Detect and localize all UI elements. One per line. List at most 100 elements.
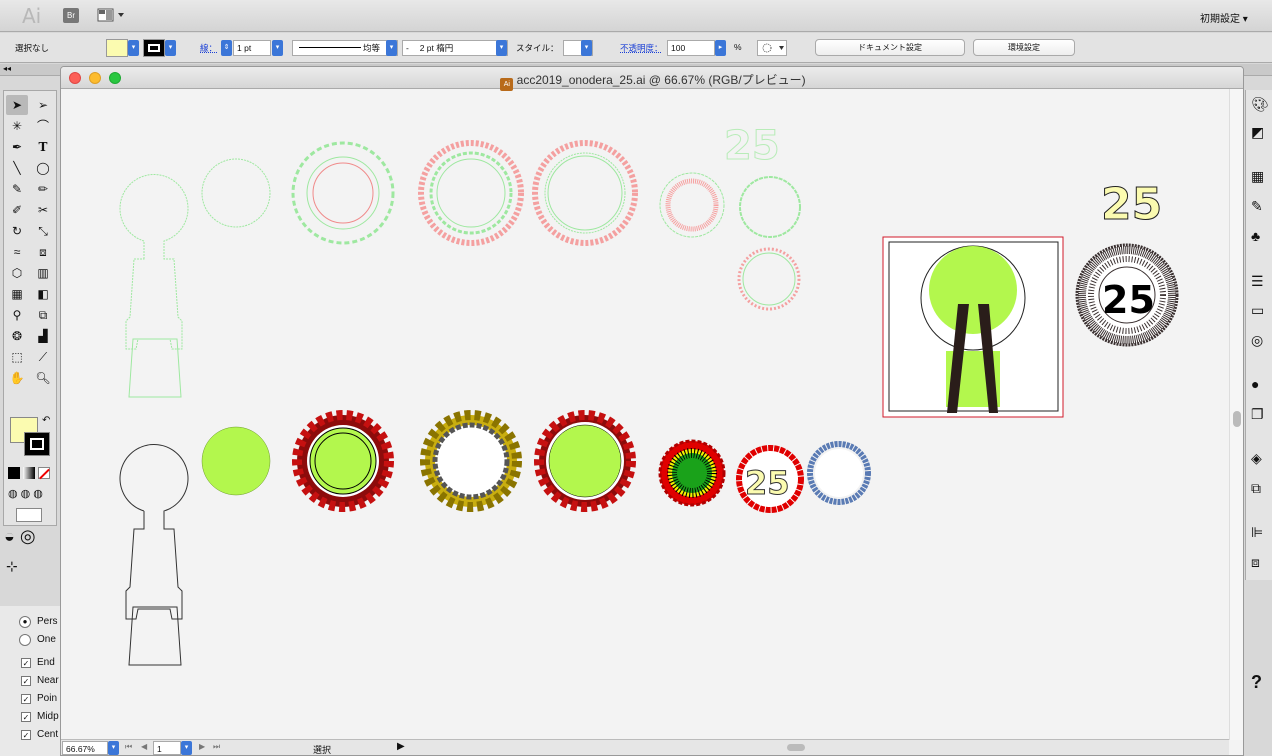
beaded-outline[interactable]: [737, 247, 801, 311]
variable-width-profile[interactable]: 均等 ▾: [292, 40, 398, 56]
hand-tool-icon[interactable]: ✋: [6, 368, 28, 388]
zoom-field[interactable]: 66.67%: [62, 741, 108, 755]
pencil-tool-icon[interactable]: ✏: [32, 179, 54, 199]
vertical-scroll-thumb[interactable]: [1233, 411, 1241, 427]
line-tool-icon[interactable]: ╲: [6, 158, 28, 178]
keyhole-outline-green[interactable]: [119, 174, 189, 350]
column-graph-tool-icon[interactable]: ▟: [32, 326, 54, 346]
stroke-dropdown[interactable]: ▾: [165, 40, 176, 56]
none-mode-icon[interactable]: [38, 467, 50, 480]
flower-outline-2[interactable]: [418, 140, 524, 246]
color-panel-icon[interactable]: 🎨︎: [1251, 96, 1269, 114]
number-outline[interactable]: 25: [724, 123, 781, 170]
arrange-documents-button[interactable]: [97, 8, 129, 23]
yellow-flower[interactable]: [420, 410, 522, 512]
stroke-weight-stepper[interactable]: ⇕: [221, 40, 232, 56]
gradient-tool-icon[interactable]: ◧: [32, 284, 54, 304]
radial-rosette[interactable]: [658, 439, 726, 507]
layers-icon[interactable]: ◈: [1251, 450, 1269, 468]
horizontal-scroll-thumb[interactable]: [787, 744, 805, 751]
brush-definition[interactable]: - 2 pt 楕円 ▾: [402, 40, 508, 56]
color-mode-icon[interactable]: [8, 467, 20, 479]
scalloped-outline[interactable]: [739, 176, 801, 238]
check-center[interactable]: ✓: [21, 730, 31, 740]
vertical-scrollbar[interactable]: [1229, 89, 1243, 740]
perspective-grid-tool-icon[interactable]: ▥: [32, 263, 54, 283]
opacity-field[interactable]: 100: [667, 40, 715, 56]
ellipse-tool-icon[interactable]: ◯: [32, 158, 54, 178]
artboard-dropdown[interactable]: ▾: [181, 741, 192, 755]
graphic-styles-icon[interactable]: ❐: [1251, 406, 1269, 424]
bucket-outline-green[interactable]: [128, 338, 182, 398]
transparency-icon[interactable]: ◎: [1251, 332, 1269, 350]
blue-bead-ring[interactable]: [807, 441, 871, 505]
last-artboard-icon[interactable]: ⏭: [213, 742, 220, 752]
rotate-tool-icon[interactable]: ↻: [6, 221, 28, 241]
recolor-artwork-button[interactable]: [757, 40, 787, 56]
check-end[interactable]: ✓: [21, 658, 31, 668]
green-disc[interactable]: [201, 426, 271, 496]
next-artboard-icon[interactable]: ▶: [199, 742, 205, 751]
blob-brush-tool-icon[interactable]: ✐: [6, 200, 28, 220]
screen-mode-icon[interactable]: [16, 508, 42, 522]
radio-one-point[interactable]: [19, 634, 31, 646]
opacity-label[interactable]: 不透明度：: [620, 42, 663, 54]
zoom-dropdown[interactable]: ▾: [108, 741, 119, 755]
preferences-button[interactable]: 環境設定: [973, 39, 1075, 56]
gradient-panel-icon[interactable]: ▭: [1251, 302, 1269, 320]
check-midpoint[interactable]: ✓: [21, 712, 31, 722]
first-artboard-icon[interactable]: ⏮: [125, 742, 132, 752]
mesh-tool-icon[interactable]: ▦: [6, 284, 28, 304]
brushes-icon[interactable]: ✎: [1251, 198, 1269, 216]
status-menu-arrow-icon[interactable]: ▶: [397, 741, 405, 752]
document-setup-button[interactable]: ドキュメント設定: [815, 39, 965, 56]
flower-outline-1[interactable]: [291, 141, 395, 245]
artboard-tool-icon[interactable]: ⬚: [6, 347, 28, 367]
free-transform-tool-icon[interactable]: ⧈: [32, 242, 54, 262]
type-tool-icon[interactable]: T: [32, 137, 54, 157]
swatches-icon[interactable]: ▦: [1251, 168, 1269, 186]
graphic-style-picker[interactable]: ▾: [563, 40, 593, 56]
swap-colors-icon[interactable]: ↶: [42, 415, 50, 426]
collapse-arrows-icon[interactable]: ◂◂: [3, 64, 11, 73]
warp-tool-icon[interactable]: ≈: [6, 242, 28, 262]
fill-dropdown[interactable]: ▾: [128, 40, 139, 56]
symbols-icon[interactable]: ♣: [1251, 228, 1269, 246]
canvas[interactable]: 25 25 25 25: [61, 89, 1229, 739]
slice-tool-icon[interactable]: ⟋: [32, 347, 54, 367]
stroke-panel-icon[interactable]: ☰: [1251, 273, 1269, 291]
pen-tool-icon[interactable]: ✒: [6, 137, 28, 157]
scissors-tool-icon[interactable]: ✂: [32, 200, 54, 220]
blend-tool-icon[interactable]: ⧉: [32, 305, 54, 325]
fill-swatch[interactable]: [106, 39, 128, 57]
help-icon[interactable]: ?: [1251, 672, 1262, 693]
artboards-icon[interactable]: ⧉: [1251, 480, 1269, 498]
number-yellow[interactable]: 25: [1101, 179, 1163, 231]
rosette-25-small[interactable]: 25: [736, 445, 804, 513]
workspace-switcher[interactable]: 初期設定 ▾: [1200, 10, 1248, 25]
artboard-number-field[interactable]: 1: [153, 741, 181, 755]
draw-normal-icon[interactable]: ◍: [8, 487, 18, 500]
snap-icon[interactable]: ⊹: [6, 558, 18, 575]
shape-builder-tool-icon[interactable]: ⬡: [6, 263, 28, 283]
previous-artboard-icon[interactable]: ◀: [141, 742, 147, 751]
red-flower[interactable]: [292, 410, 394, 512]
direct-selection-tool-icon[interactable]: ➢: [32, 95, 54, 115]
radio-perspective[interactable]: ●: [19, 616, 31, 628]
color-guide-icon[interactable]: ◩: [1251, 124, 1269, 142]
stroke-color-box[interactable]: [24, 432, 50, 456]
stroke-swatch[interactable]: [143, 39, 165, 57]
pathfinder-icon[interactable]: ⧈: [1251, 554, 1269, 572]
stroke-weight-field[interactable]: 1 pt: [233, 40, 271, 56]
opacity-dropdown[interactable]: ▸: [715, 40, 726, 56]
lasso-tool-icon[interactable]: ⌒: [32, 116, 54, 136]
radial-outline[interactable]: [659, 172, 725, 238]
paintbrush-tool-icon[interactable]: ✎: [6, 179, 28, 199]
symbol-sprayer-tool-icon[interactable]: ❂: [6, 326, 28, 346]
eyedropper-tool-icon[interactable]: ⚲: [6, 305, 28, 325]
red-flower-green[interactable]: [534, 410, 636, 512]
scale-tool-icon[interactable]: ⤡: [32, 221, 54, 241]
keyhole-outline-black[interactable]: [119, 444, 189, 620]
check-near[interactable]: ✓: [21, 676, 31, 686]
perspective-grid-icon[interactable]: ◒ ◎: [4, 526, 36, 547]
